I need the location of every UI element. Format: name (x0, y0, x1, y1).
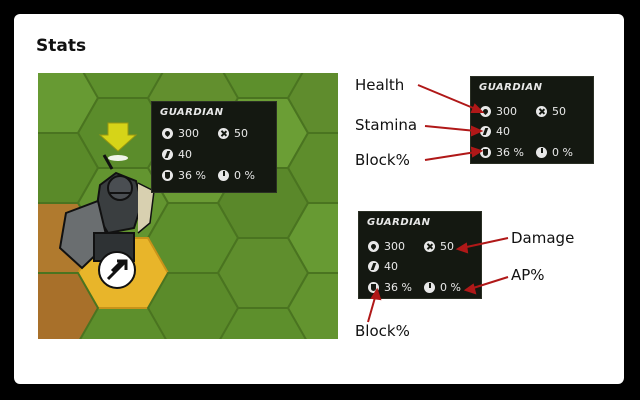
legend-panel-top: GUARDIAN 300 50 40 36 % 0 % (470, 76, 594, 164)
health-stat: 300 (162, 127, 199, 140)
unit-name: GUARDIAN (367, 217, 431, 228)
block-value: 36 % (496, 146, 524, 159)
label-block-bottom: Block% (355, 322, 410, 340)
block-value: 36 % (384, 281, 412, 294)
damage-value: 50 (440, 240, 454, 253)
stamina-stat: 40 (162, 148, 192, 161)
health-stat: 300 (368, 240, 405, 253)
label-stamina: Stamina (355, 116, 418, 134)
block-value: 36 % (178, 169, 206, 182)
unit-name: GUARDIAN (479, 82, 543, 93)
game-scene: GUARDIAN 300 50 40 36 % 0 % (38, 73, 338, 339)
damage-value: 50 (552, 105, 566, 118)
stamina-value: 40 (384, 260, 398, 273)
damage-icon (424, 241, 435, 252)
legend-panel-bottom: GUARDIAN 300 50 40 36 % 0 % (358, 211, 482, 299)
health-icon (368, 241, 379, 252)
label-health: Health (355, 76, 405, 94)
damage-icon (536, 106, 547, 117)
health-value: 300 (496, 105, 517, 118)
page-title: Stats (36, 36, 87, 56)
block-icon (368, 282, 379, 293)
unit-stats-panel: GUARDIAN 300 50 40 36 % 0 % (151, 101, 277, 193)
block-stat: 36 % (480, 146, 524, 159)
ap-icon (424, 282, 435, 293)
stamina-icon (480, 126, 491, 137)
label-block-top: Block% (355, 151, 410, 169)
ap-stat: 0 % (424, 281, 461, 294)
damage-stat: 50 (424, 240, 454, 253)
health-icon (162, 128, 173, 139)
ap-stat: 0 % (218, 169, 255, 182)
health-icon (480, 106, 491, 117)
damage-stat: 50 (218, 127, 248, 140)
damage-stat: 50 (536, 105, 566, 118)
block-icon (162, 170, 173, 181)
block-stat: 36 % (162, 169, 206, 182)
block-icon (480, 147, 491, 158)
damage-icon (218, 128, 229, 139)
stamina-stat: 40 (368, 260, 398, 273)
ap-icon (218, 170, 229, 181)
stamina-icon (162, 149, 173, 160)
stamina-value: 40 (496, 125, 510, 138)
unit-name: GUARDIAN (160, 107, 224, 118)
health-value: 300 (178, 127, 199, 140)
ap-value: 0 % (552, 146, 573, 159)
label-ap: AP% (511, 266, 545, 284)
health-stat: 300 (480, 105, 517, 118)
stamina-stat: 40 (480, 125, 510, 138)
ap-value: 0 % (234, 169, 255, 182)
stamina-value: 40 (178, 148, 192, 161)
label-damage: Damage (511, 229, 575, 247)
block-stat: 36 % (368, 281, 412, 294)
ap-stat: 0 % (536, 146, 573, 159)
stamina-icon (368, 261, 379, 272)
health-value: 300 (384, 240, 405, 253)
ap-icon (536, 147, 547, 158)
ap-value: 0 % (440, 281, 461, 294)
damage-value: 50 (234, 127, 248, 140)
